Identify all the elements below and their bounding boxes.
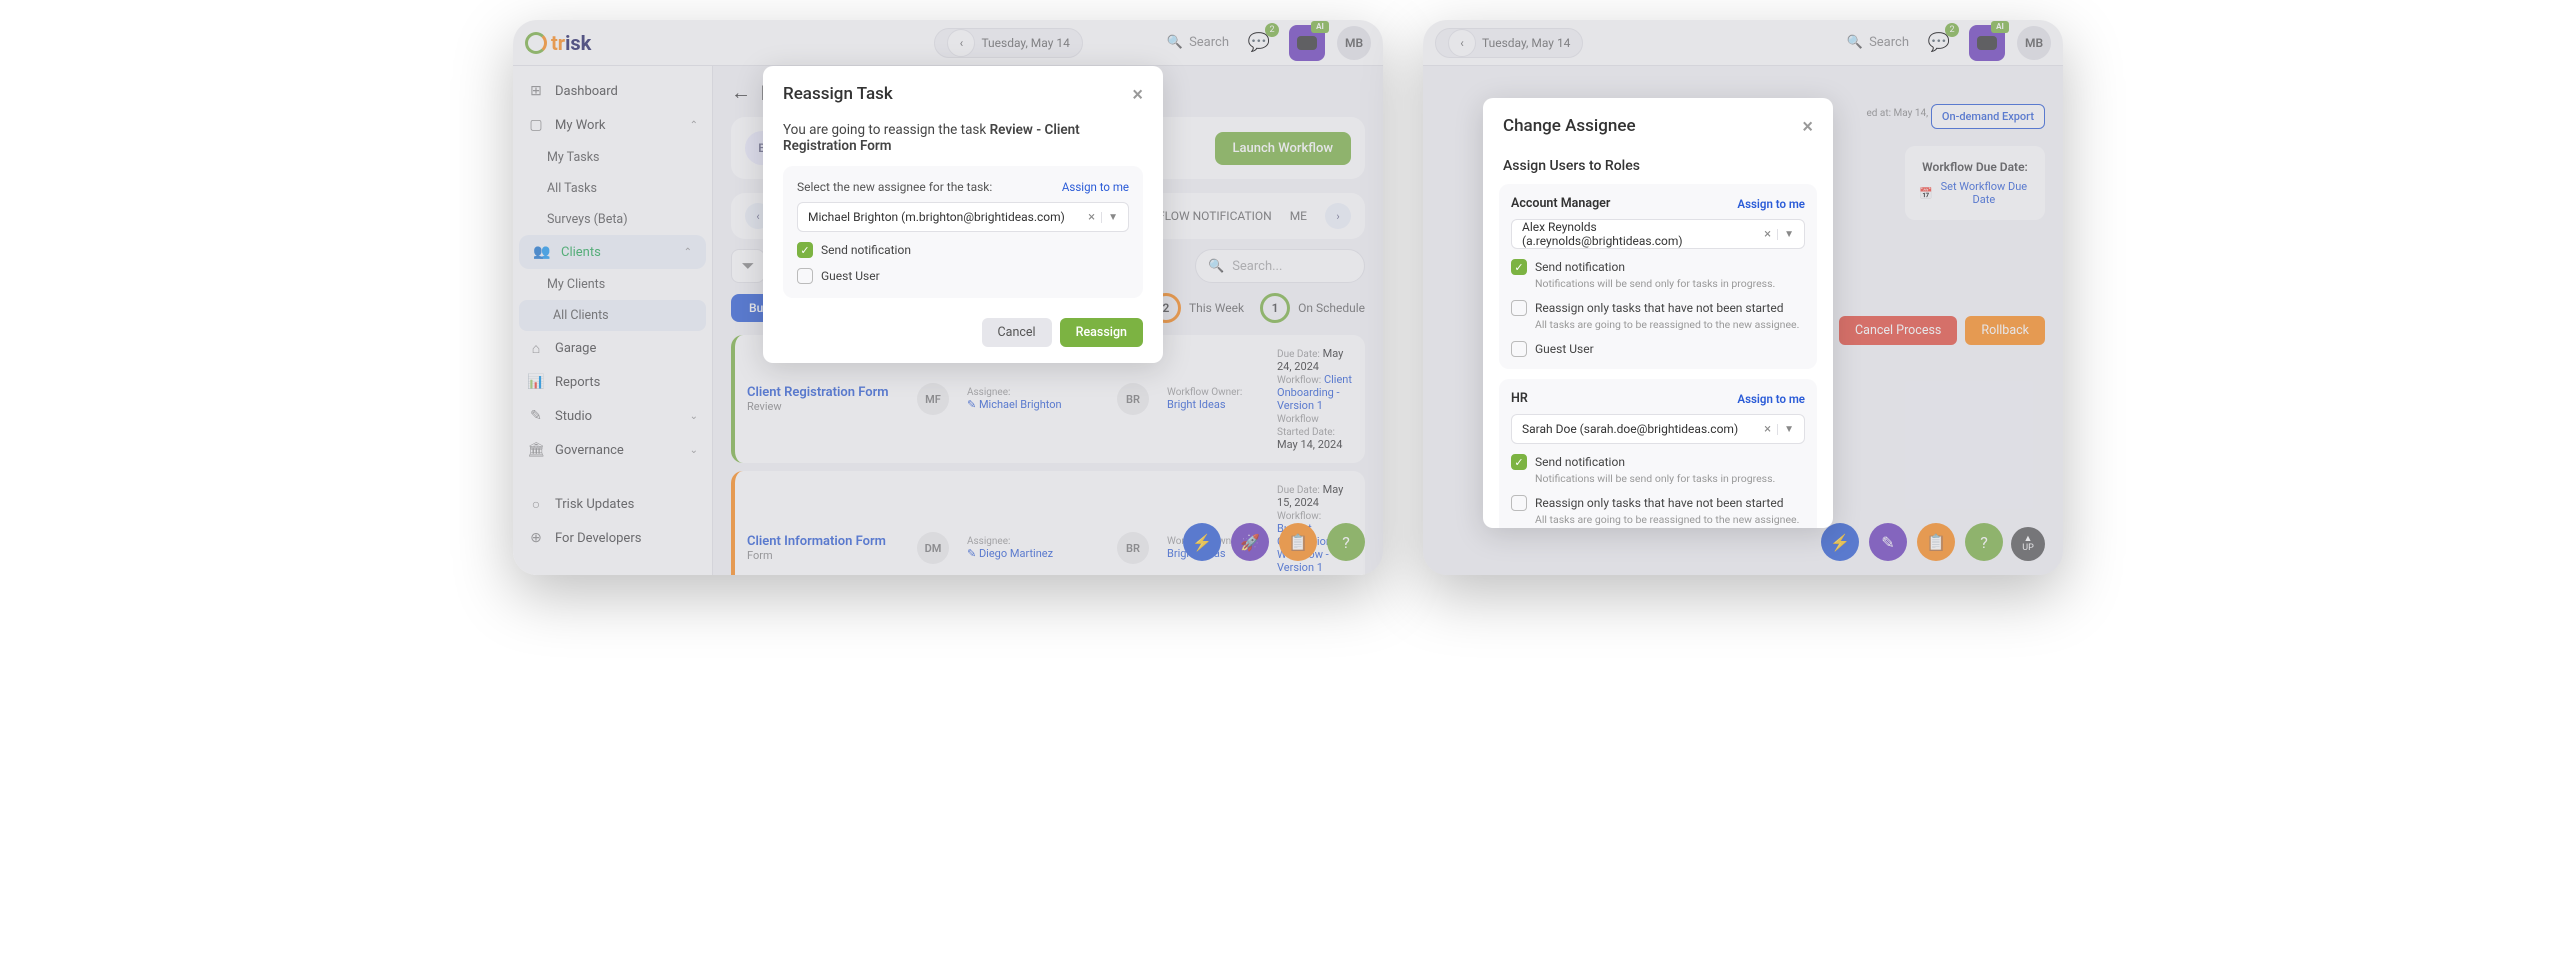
role-user-value: Alex Reynolds (a.reynolds@brightideas.co… (1522, 220, 1758, 248)
send-notification-checkbox[interactable]: ✓Send notification (1511, 454, 1805, 470)
role-block: HR Assign to me Sarah Doe (sarah.doe@brig… (1499, 379, 1817, 528)
role-user-value: Sarah Doe (sarah.doe@brightideas.com) (1522, 422, 1738, 436)
send-notification-checkbox[interactable]: ✓ Send notification (797, 242, 1129, 258)
notification-hint: Notifications will be send only for task… (1535, 277, 1805, 290)
chevron-down-icon[interactable]: ▼ (1777, 229, 1794, 240)
modal-title: Reassign Task (783, 84, 893, 104)
modal-description: You are going to reassign the task Revie… (783, 122, 1143, 154)
role-block: Account Manager Assign to me Alex Reynold… (1499, 184, 1817, 369)
reassign-only-checkbox[interactable]: Reassign only tasks that have not been s… (1511, 495, 1805, 511)
assign-to-me-link[interactable]: Assign to me (1062, 180, 1129, 194)
guest-user-checkbox[interactable]: Guest User (1511, 341, 1805, 357)
assign-roles-heading: Assign Users to Roles (1483, 154, 1833, 184)
checkbox-icon (797, 268, 813, 284)
chevron-down-icon[interactable]: ▼ (1777, 424, 1794, 435)
cancel-button[interactable]: Cancel (982, 318, 1052, 347)
checkbox-icon: ✓ (1511, 259, 1527, 275)
assign-to-me-link[interactable]: Assign to me (1737, 392, 1805, 406)
clear-icon[interactable]: × (1758, 422, 1777, 437)
modal-title: Change Assignee (1503, 116, 1636, 136)
reassign-hint: All tasks are going to be reassigned to … (1535, 513, 1805, 526)
reassign-task-modal: Reassign Task × You are going to reassig… (763, 66, 1163, 363)
assignee-value: Michael Brighton (m.brighton@brightideas… (808, 210, 1065, 224)
checkbox-icon (1511, 300, 1527, 316)
assignee-select[interactable]: Michael Brighton (m.brighton@brightideas… (797, 202, 1129, 232)
reassign-hint: All tasks are going to be reassigned to … (1535, 318, 1805, 331)
clear-icon[interactable]: × (1758, 227, 1777, 242)
checkbox-icon: ✓ (1511, 454, 1527, 470)
checkbox-icon: ✓ (797, 242, 813, 258)
notification-hint: Notifications will be send only for task… (1535, 472, 1805, 485)
assign-to-me-link[interactable]: Assign to me (1737, 197, 1805, 211)
chevron-down-icon[interactable]: ▼ (1101, 212, 1118, 223)
reassign-button[interactable]: Reassign (1060, 318, 1143, 347)
change-assignee-modal: Change Assignee × Assign Users to Roles … (1483, 98, 1833, 528)
role-user-select[interactable]: Alex Reynolds (a.reynolds@brightideas.co… (1511, 219, 1805, 249)
role-user-select[interactable]: Sarah Doe (sarah.doe@brightideas.com) × … (1511, 414, 1805, 444)
close-icon[interactable]: × (1132, 82, 1143, 106)
close-icon[interactable]: × (1802, 114, 1813, 138)
reassign-only-checkbox[interactable]: Reassign only tasks that have not been s… (1511, 300, 1805, 316)
role-name: Account Manager (1511, 196, 1610, 211)
guest-user-checkbox[interactable]: Guest User (797, 268, 1129, 284)
role-name: HR (1511, 391, 1528, 406)
clear-icon[interactable]: × (1082, 210, 1101, 225)
checkbox-icon (1511, 341, 1527, 357)
send-notification-checkbox[interactable]: ✓Send notification (1511, 259, 1805, 275)
select-assignee-label: Select the new assignee for the task: (797, 180, 992, 194)
checkbox-icon (1511, 495, 1527, 511)
